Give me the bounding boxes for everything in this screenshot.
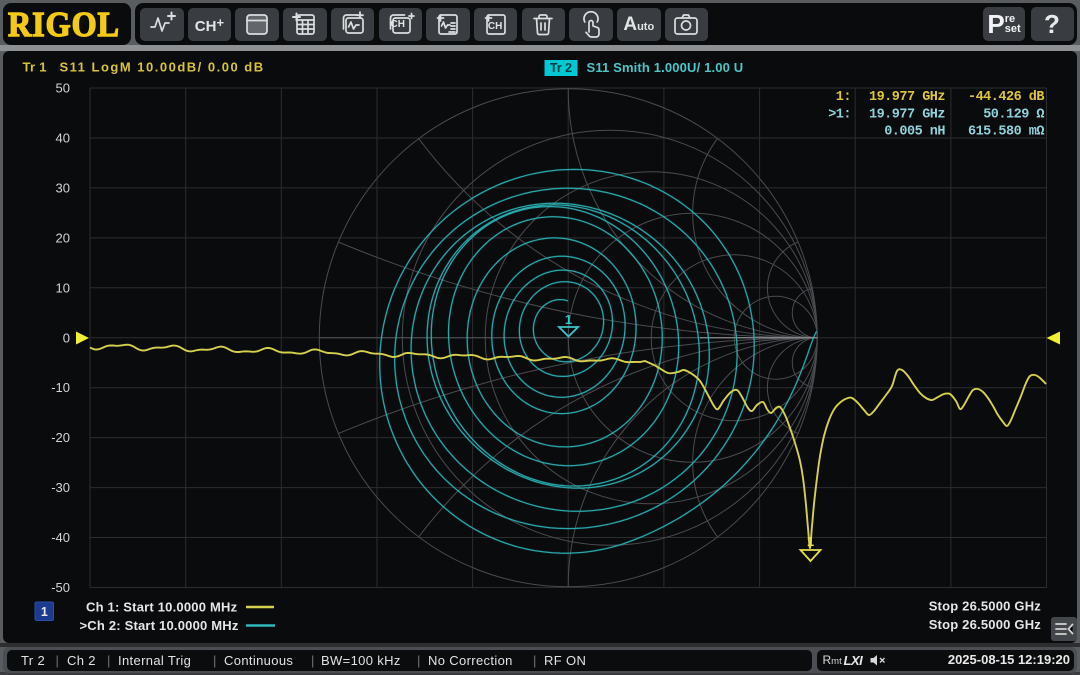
svg-text:10: 10 — [56, 280, 70, 295]
svg-text:-20: -20 — [51, 430, 70, 445]
svg-text:1: 1 — [807, 534, 814, 549]
svg-text:Tr 1: Tr 1 — [23, 60, 47, 75]
svg-text:0: 0 — [63, 330, 70, 345]
svg-text:>Ch 2: Start 10.0000 MHz: >Ch 2: Start 10.0000 MHz — [80, 618, 239, 633]
svg-text:1: 1 — [565, 312, 572, 327]
svg-text:-40: -40 — [51, 530, 70, 545]
svg-text:50: 50 — [56, 81, 70, 96]
svg-text:40: 40 — [56, 130, 70, 145]
svg-text:Stop 26.5000 GHz: Stop 26.5000 GHz — [929, 599, 1042, 614]
svg-text:-10: -10 — [51, 380, 70, 395]
svg-text:50.129 Ω: 50.129 Ω — [983, 107, 1044, 122]
svg-text:615.580 mΩ: 615.580 mΩ — [968, 125, 1044, 140]
svg-text:S11 LogM 10.00dB/ 0.00 dB: S11 LogM 10.00dB/ 0.00 dB — [60, 60, 265, 75]
svg-text:-44.426 dB: -44.426 dB — [968, 90, 1044, 105]
svg-text:1:: 1: — [836, 90, 851, 105]
svg-text:19.977 GHz: 19.977 GHz — [869, 107, 945, 122]
svg-text:0.005 nH: 0.005 nH — [884, 125, 945, 140]
svg-text:19.977 GHz: 19.977 GHz — [869, 90, 945, 105]
svg-text:20: 20 — [56, 230, 70, 245]
svg-text:>1:: >1: — [828, 107, 851, 122]
svg-text:-50: -50 — [51, 580, 70, 595]
svg-text:Ch 1: Start 10.0000 MHz: Ch 1: Start 10.0000 MHz — [86, 600, 238, 615]
svg-text:-30: -30 — [51, 480, 70, 495]
svg-text:Tr 2: Tr 2 — [550, 61, 572, 75]
svg-text:S11 Smith 1.000U/ 1.00 U: S11 Smith 1.000U/ 1.00 U — [587, 60, 744, 75]
svg-text:Stop 26.5000 GHz: Stop 26.5000 GHz — [929, 617, 1042, 632]
svg-text:1: 1 — [41, 605, 48, 619]
svg-text:30: 30 — [56, 180, 70, 195]
